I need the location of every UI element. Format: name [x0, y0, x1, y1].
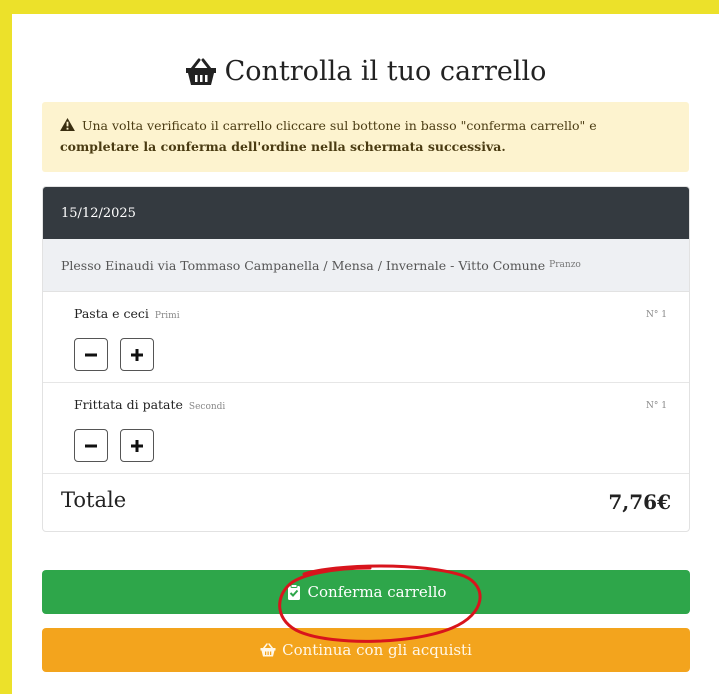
clipboard-check-icon	[287, 584, 300, 600]
cart-date: 15/12/2025	[61, 205, 136, 221]
decrease-button[interactable]	[74, 338, 108, 371]
alert-bold-text: completare la conferma dell'ordine nella…	[60, 139, 506, 154]
page-title: Controlla il tuo carrello	[12, 56, 719, 87]
warning-icon	[60, 118, 75, 131]
list-item: Frittata di patate Secondi N° 1	[43, 383, 689, 474]
list-item: Pasta e ceci Primi N° 1	[43, 292, 689, 383]
item-quantity: N° 1	[646, 401, 667, 411]
total-label: Totale	[61, 488, 127, 512]
minus-icon	[85, 444, 97, 447]
item-name-wrap: Frittata di patate Secondi	[74, 397, 225, 412]
location-text: Plesso Einaudi via Tommaso Campanella / …	[61, 257, 546, 273]
item-name-wrap: Pasta e ceci Primi	[74, 306, 180, 321]
alert-text: Una volta verificato il carrello cliccar…	[78, 118, 597, 133]
total-value: 7,76€	[608, 490, 671, 514]
date-header: 15/12/2025	[43, 187, 689, 239]
confirm-cart-label: Conferma carrello	[307, 583, 447, 601]
location-header: Plesso Einaudi via Tommaso Campanella / …	[43, 239, 689, 292]
plus-icon	[131, 439, 143, 452]
confirm-cart-button[interactable]: Conferma carrello	[42, 570, 690, 614]
minus-icon	[85, 353, 97, 356]
item-category: Secondi	[188, 402, 226, 412]
basket-icon	[260, 643, 276, 657]
item-name: Frittata di patate	[74, 397, 183, 412]
item-category: Primi	[154, 311, 180, 321]
total-row: Totale 7,76€	[43, 474, 689, 531]
cart-panel: Controlla il tuo carrello Una volta veri…	[12, 14, 719, 694]
item-name: Pasta e ceci	[74, 306, 149, 321]
increase-button[interactable]	[120, 338, 154, 371]
page-title-text: Controlla il tuo carrello	[224, 56, 547, 87]
continue-shopping-label: Continua con gli acquisti	[282, 641, 472, 659]
basket-icon	[185, 58, 216, 85]
continue-shopping-button[interactable]: Continua con gli acquisti	[42, 628, 690, 672]
increase-button[interactable]	[120, 429, 154, 462]
item-quantity: N° 1	[646, 310, 667, 320]
cart-card: 15/12/2025 Plesso Einaudi via Tommaso Ca…	[42, 186, 690, 532]
decrease-button[interactable]	[74, 429, 108, 462]
info-alert: Una volta verificato il carrello cliccar…	[42, 102, 689, 172]
plus-icon	[131, 348, 143, 361]
meal-label: Pranzo	[549, 260, 581, 270]
